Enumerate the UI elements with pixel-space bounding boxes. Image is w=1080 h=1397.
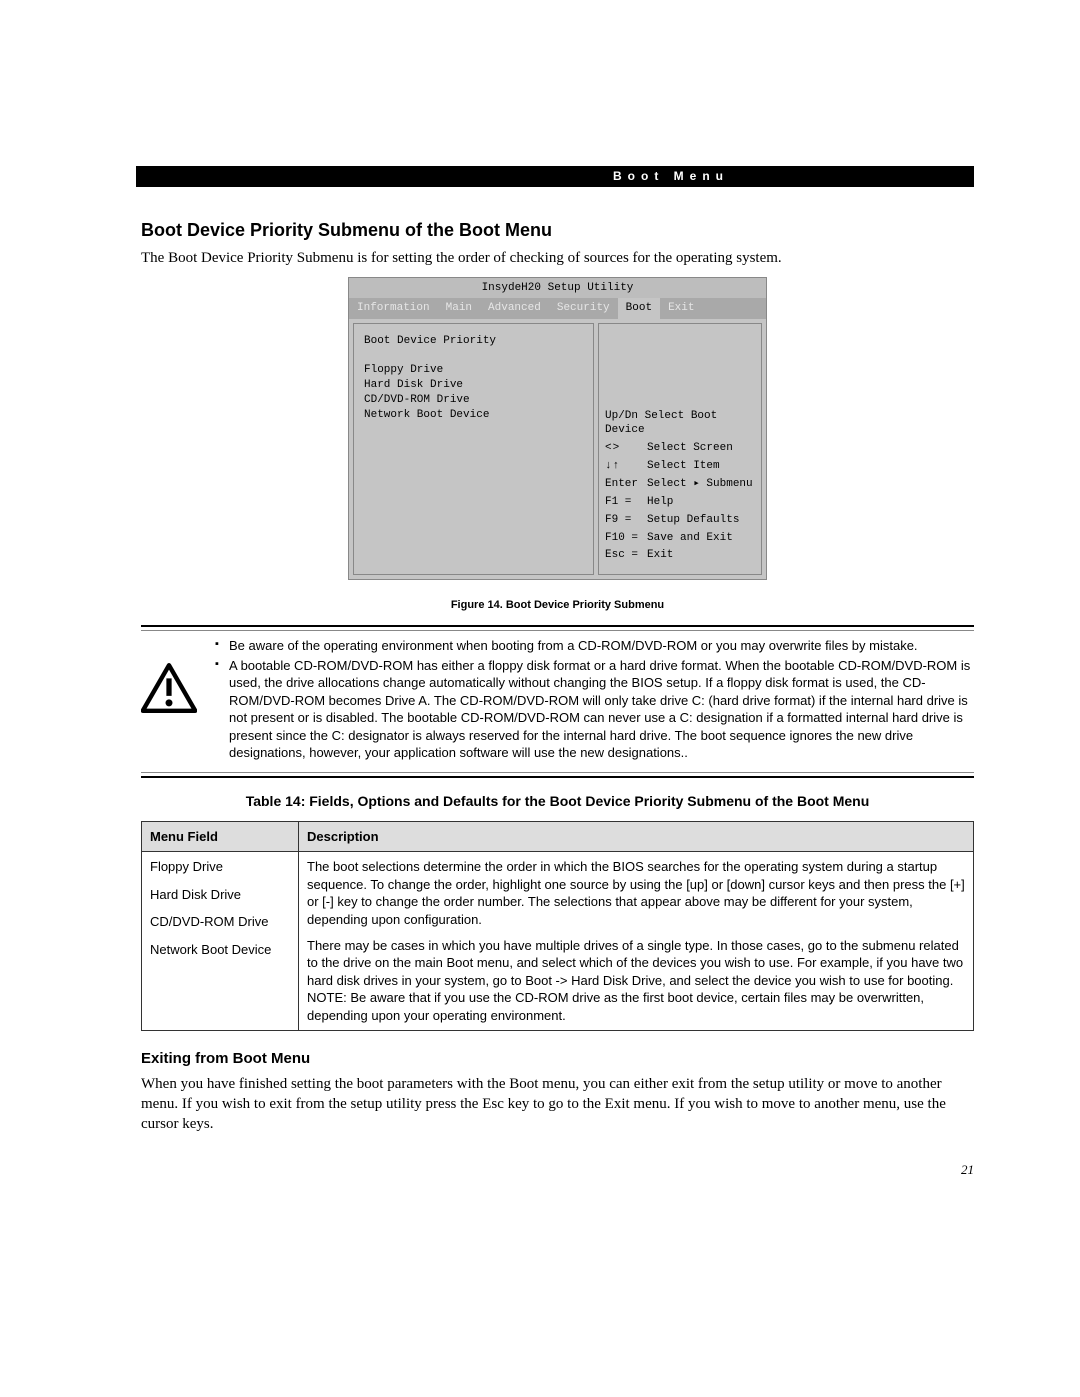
page-number: 21 [961,1161,974,1179]
desc-para-1: The boot selections determine the order … [307,858,965,928]
bios-figure: InsydeH20 Setup Utility Information Main… [348,277,767,581]
bios-tabs: Information Main Advanced Security Boot … [349,298,766,319]
bios-title: InsydeH20 Setup Utility [349,278,766,299]
bios-help-key-5: F10 = [605,531,647,549]
bios-item-hdd[interactable]: Hard Disk Drive [364,378,583,393]
page-content: Boot Device Priority Submenu of the Boot… [141,218,974,1142]
note-block: Be aware of the operating environment wh… [141,631,974,772]
th-menu-field: Menu Field [142,821,299,852]
rule-top [141,625,974,627]
desc-para-2: There may be cases in which you have mul… [307,937,965,990]
menu-field-2: CD/DVD-ROM Drive [150,913,290,931]
bios-item-cddvd[interactable]: CD/DVD-ROM Drive [364,393,583,408]
bios-help-key-1: ↓↑ [605,459,647,477]
section-heading: Boot Device Priority Submenu of the Boot… [141,218,974,242]
bios-submenu-title: Boot Device Priority [364,334,583,349]
bios-help-val-4: Setup Defaults [647,513,755,531]
warning-icon [141,637,197,764]
menu-field-1: Hard Disk Drive [150,886,290,904]
bios-help-val-1: Select Item [647,459,755,477]
header-band: Boot Menu [136,166,974,187]
bios-help-key-4: F9 = [605,513,647,531]
bios-item-network[interactable]: Network Boot Device [364,408,583,423]
bios-help-val-3: Help [647,495,755,513]
menu-field-3: Network Boot Device [150,941,290,959]
bios-help-val-6: Exit [647,548,755,566]
bios-help-val-5: Save and Exit [647,531,755,549]
bios-item-floppy[interactable]: Floppy Drive [364,363,583,378]
note-item-2: A bootable CD-ROM/DVD-ROM has either a f… [215,657,974,762]
desc-para-3: NOTE: Be aware that if you use the CD-RO… [307,989,965,1024]
bios-tab-boot[interactable]: Boot [618,298,660,319]
fields-table: Menu Field Description Floppy Drive Hard… [141,821,974,1031]
bios-window: InsydeH20 Setup Utility Information Main… [348,277,767,581]
bios-tab-security[interactable]: Security [549,298,618,319]
rule-bottom [141,776,974,778]
bios-tab-main[interactable]: Main [438,298,480,319]
bios-tab-information[interactable]: Information [349,298,438,319]
table-title: Table 14: Fields, Options and Defaults f… [141,792,974,811]
bios-help-key-6: Esc = [605,548,647,566]
th-description: Description [299,821,974,852]
bios-help-panel: Up/Dn Select Boot Device <>Select Screen… [598,323,762,575]
rule-bottom-thin [141,772,974,773]
menu-field-0: Floppy Drive [150,858,290,876]
exit-body: When you have finished setting the boot … [141,1074,974,1135]
exit-heading: Exiting from Boot Menu [141,1049,974,1069]
bios-help-key-2: Enter [605,477,647,495]
bios-help-val-2: Select ▸ Submenu [647,477,755,495]
bios-tab-exit[interactable]: Exit [660,298,702,319]
note-item-1: Be aware of the operating environment wh… [215,637,974,655]
bios-main-panel: Boot Device Priority Floppy Drive Hard D… [353,323,594,575]
bios-help-first: Up/Dn Select Boot Device [605,409,755,439]
header-tab-label: Boot Menu [613,168,729,184]
bios-help-key-3: F1 = [605,495,647,513]
bios-help-key-0: <> [605,441,647,459]
bios-tab-advanced[interactable]: Advanced [480,298,549,319]
intro-paragraph: The Boot Device Priority Submenu is for … [141,248,974,268]
bios-help-val-0: Select Screen [647,441,755,459]
figure-caption: Figure 14. Boot Device Priority Submenu [141,598,974,613]
